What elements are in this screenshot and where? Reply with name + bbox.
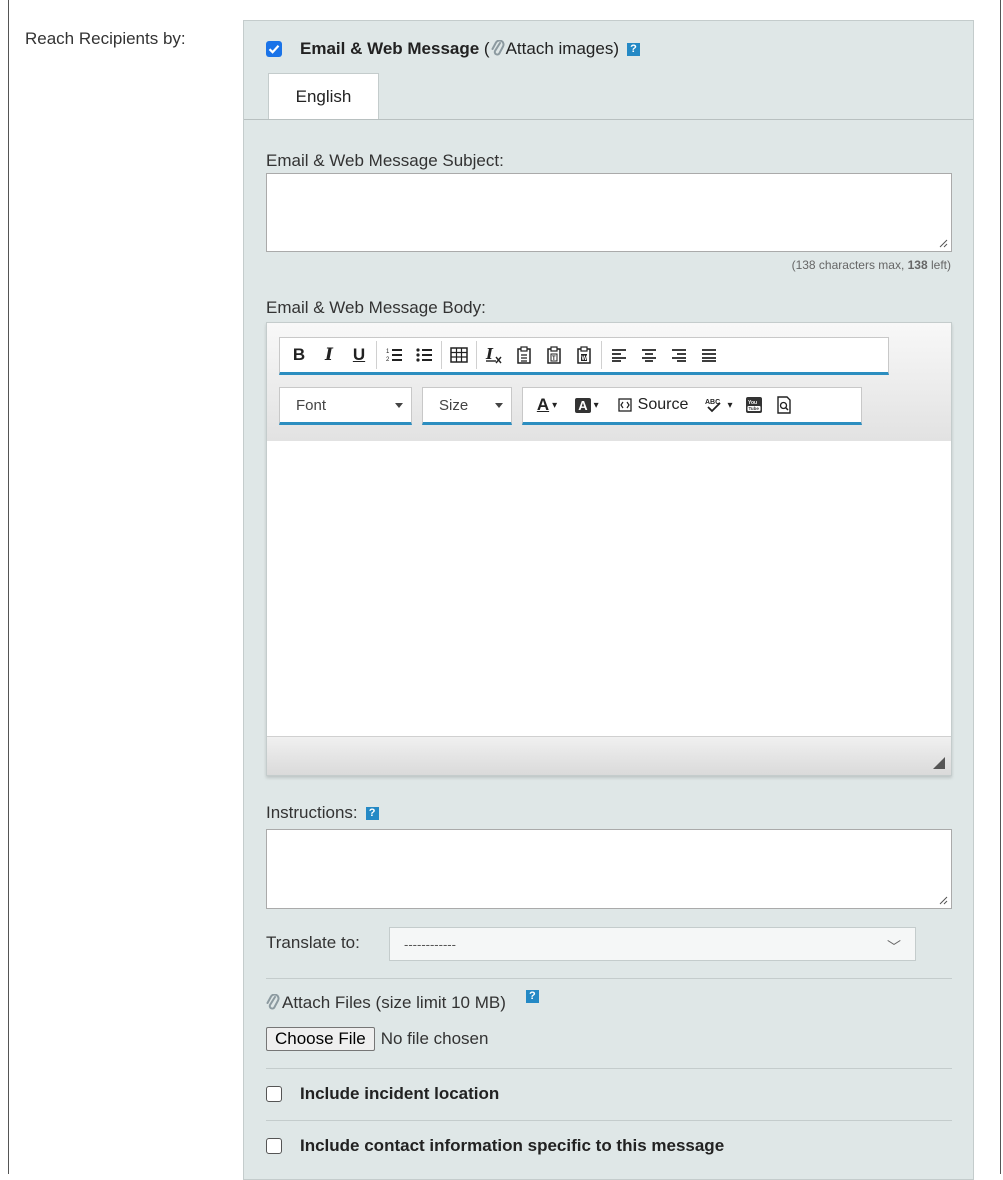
svg-text:2: 2 <box>386 357 390 363</box>
translate-label: Translate to: <box>266 933 360 952</box>
translate-select[interactable]: ------------ ﹀ <box>389 927 916 961</box>
attach-images-link[interactable]: Attach images) <box>506 39 619 59</box>
underline-button[interactable]: U <box>344 340 374 370</box>
text-color-glyph: A <box>536 395 550 414</box>
svg-text:W: W <box>582 356 588 362</box>
check-icon <box>268 45 280 54</box>
paste-icon[interactable] <box>509 340 539 370</box>
paperclip-icon <box>491 40 505 56</box>
help-icon[interactable]: ? <box>525 989 539 1003</box>
size-select-label: Size <box>439 396 469 414</box>
divider <box>266 1120 952 1121</box>
choose-file-button[interactable]: Choose File <box>266 1027 375 1051</box>
resize-grip-icon[interactable] <box>933 757 945 769</box>
size-select[interactable]: Size <box>422 387 512 425</box>
bg-color-glyph: A <box>575 397 591 413</box>
include-location-label: Include incident location <box>300 1084 500 1103</box>
translate-selected: ------------ <box>404 936 456 952</box>
include-contact-checkbox[interactable] <box>266 1138 282 1154</box>
help-icon[interactable]: ? <box>626 42 640 56</box>
chevron-down-icon <box>395 403 403 408</box>
justify-icon[interactable] <box>694 340 724 370</box>
remove-format-icon[interactable]: I <box>479 340 509 370</box>
align-center-icon[interactable] <box>634 340 664 370</box>
rich-text-editor: B I U 12 I T W Font Size A ▾ A ▾ Source … <box>266 322 952 776</box>
include-location-row: Include incident location <box>266 1084 499 1104</box>
toolbar-separator <box>601 341 602 369</box>
text-color-button[interactable]: A ▾ <box>527 390 567 420</box>
font-select-label: Font <box>296 396 327 414</box>
numbered-list-icon[interactable]: 12 <box>379 340 409 370</box>
editor-content-area[interactable] <box>267 441 951 737</box>
bold-button[interactable]: B <box>284 340 314 370</box>
spellcheck-icon[interactable]: ABC ▾ <box>699 390 739 420</box>
file-status: No file chosen <box>380 1029 489 1048</box>
dropdown-arrow-icon: ▾ <box>593 399 599 411</box>
dropdown-arrow-icon: ▾ <box>552 399 558 411</box>
email-toggle-row: Email & Web Message ( Attach images) ? <box>266 39 640 59</box>
divider <box>266 1068 952 1069</box>
resize-grip-icon[interactable] <box>938 238 948 248</box>
background-color-button[interactable]: A ▾ <box>567 390 607 420</box>
email-checkbox[interactable] <box>266 41 282 57</box>
email-checkbox-label: Email & Web Message <box>300 39 480 58</box>
attach-files-row: Attach Files (size limit 10 MB) ? <box>266 989 539 1013</box>
svg-text:1: 1 <box>386 349 390 355</box>
toolbar-separator <box>476 341 477 369</box>
italic-button[interactable]: I <box>314 340 344 370</box>
editor-toolbar: B I U 12 I T W Font Size A ▾ A ▾ Source … <box>267 323 951 442</box>
include-contact-label: Include contact information specific to … <box>300 1136 725 1155</box>
subject-input[interactable] <box>266 173 952 252</box>
toolbar-separator <box>376 341 377 369</box>
hint-prefix: (138 characters max, <box>791 258 908 272</box>
chevron-down-icon <box>495 403 503 408</box>
email-panel: Email & Web Message ( Attach images) ? E… <box>243 20 974 1180</box>
include-contact-row: Include contact information specific to … <box>266 1136 724 1156</box>
instructions-label: Instructions: <box>266 803 358 822</box>
source-button[interactable]: Source <box>607 390 699 420</box>
font-select[interactable]: Font <box>279 387 412 425</box>
body-label: Email & Web Message Body: <box>266 298 486 317</box>
source-icon <box>617 398 632 412</box>
align-left-icon[interactable] <box>604 340 634 370</box>
bulleted-list-icon[interactable] <box>409 340 439 370</box>
resize-grip-icon[interactable] <box>938 895 948 905</box>
help-icon[interactable]: ? <box>365 806 379 820</box>
svg-text:T: T <box>552 356 556 362</box>
subject-label: Email & Web Message Subject: <box>266 151 504 170</box>
table-icon[interactable] <box>444 340 474 370</box>
editor-footer <box>267 736 951 775</box>
toolbar-separator <box>441 341 442 369</box>
include-location-checkbox[interactable] <box>266 1086 282 1102</box>
hint-count: 138 <box>907 258 928 272</box>
tab-english[interactable]: English <box>268 73 379 119</box>
paste-word-icon[interactable]: W <box>569 340 599 370</box>
youtube-icon[interactable]: You Tube <box>739 390 769 420</box>
paste-text-icon[interactable]: T <box>539 340 569 370</box>
align-right-icon[interactable] <box>664 340 694 370</box>
paren-open: ( <box>479 39 490 58</box>
preview-icon[interactable] <box>769 390 799 420</box>
language-tabs: English <box>244 73 973 120</box>
attach-files-label: Attach Files (size limit 10 MB) <box>282 993 506 1012</box>
divider <box>266 978 952 979</box>
file-input-row: Choose File No file chosen <box>266 1027 488 1051</box>
toolbar-group-format: B I U 12 I T W <box>279 337 889 375</box>
toolbar-group-insert: A ▾ A ▾ Source ABC ▾ You Tube <box>522 387 862 425</box>
subject-char-counter: (138 characters max, 138 left) <box>792 258 951 272</box>
instructions-input[interactable] <box>266 829 952 909</box>
chevron-down-icon: ﹀ <box>887 939 901 955</box>
hint-suffix: left) <box>927 258 951 272</box>
reach-recipients-label: Reach Recipients by: <box>25 29 186 48</box>
paperclip-icon <box>266 994 280 1010</box>
svg-text:Tube: Tube <box>749 406 760 411</box>
instructions-row: Instructions: ? <box>266 803 379 823</box>
source-label: Source <box>637 396 689 413</box>
